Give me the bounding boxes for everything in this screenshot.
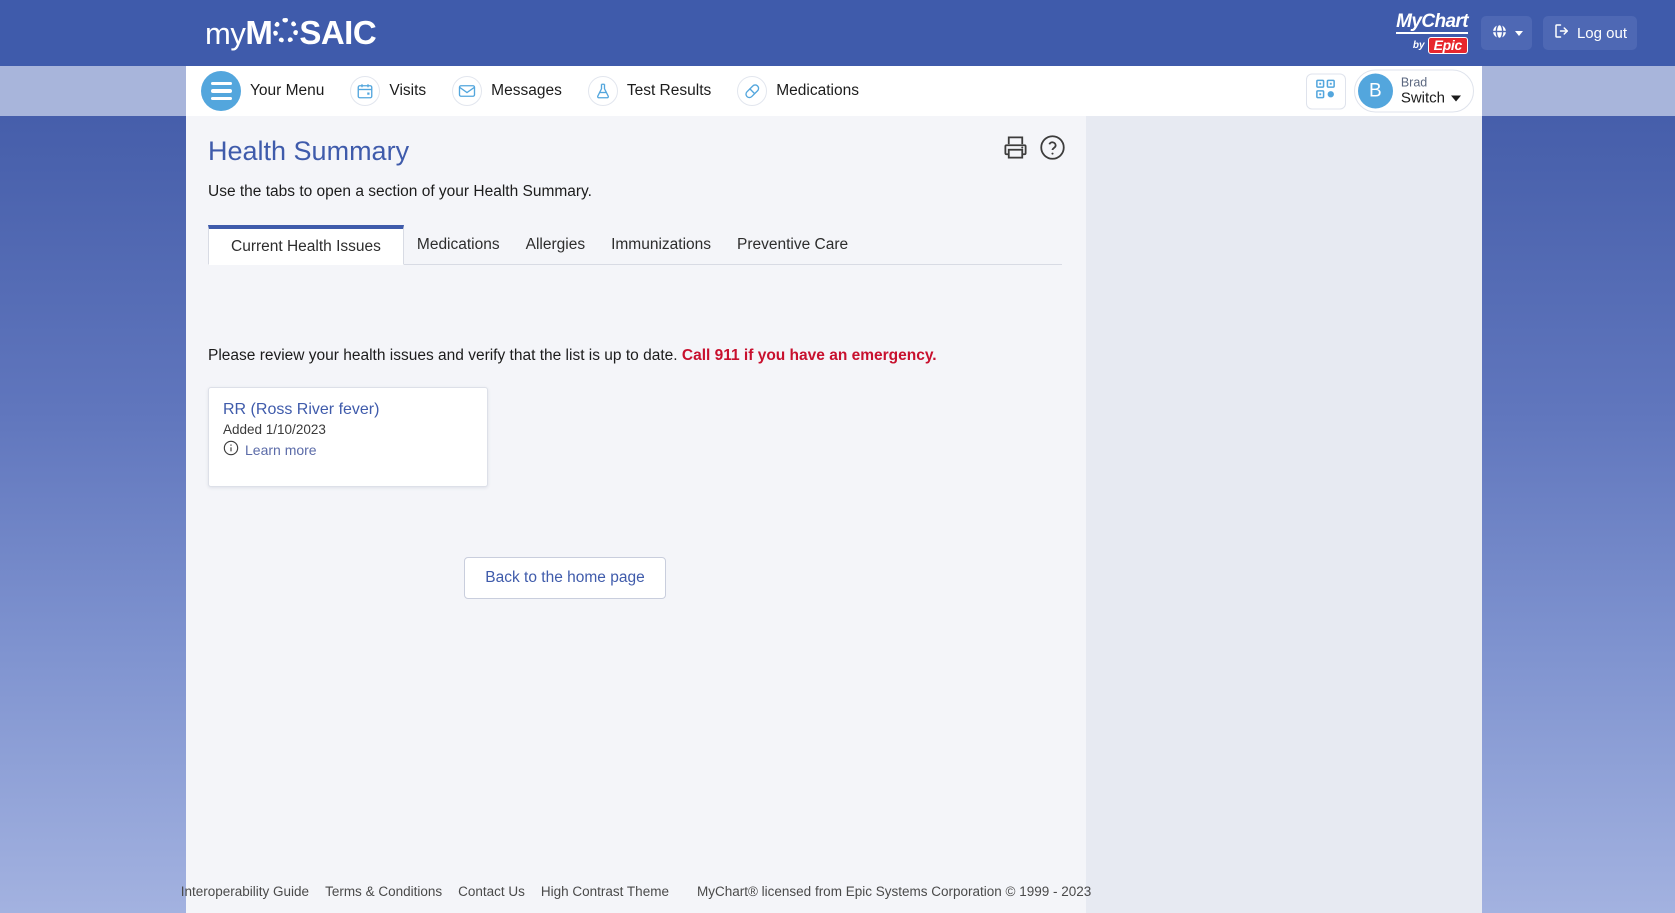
switch-text-group: Brad Switch [1401, 75, 1461, 107]
right-side-panel [1086, 116, 1482, 913]
nav-item-messages[interactable]: Messages [452, 76, 562, 106]
back-to-home-button[interactable]: Back to the home page [464, 557, 666, 599]
logout-button[interactable]: Log out [1542, 16, 1637, 50]
page-title: Health Summary [208, 136, 410, 166]
flask-icon [587, 76, 618, 106]
learn-more-link[interactable]: Learn more [223, 440, 473, 459]
chevron-down-icon [1514, 30, 1523, 36]
nav-item-list: Your Menu Visits Messages Test Results M… [186, 71, 859, 111]
calendar-icon [350, 76, 381, 106]
language-selector-button[interactable] [1480, 16, 1532, 50]
help-button[interactable] [1039, 134, 1066, 164]
sign-out-icon [1553, 22, 1571, 44]
tab-immunizations[interactable]: Immunizations [598, 226, 724, 264]
nav-item-medications[interactable]: Medications [737, 76, 859, 106]
epic-attribution: by Epic [1413, 37, 1468, 54]
info-circle-icon [223, 440, 239, 459]
top-header: my M SAIC MyChart by Epic Log out [0, 0, 1675, 66]
nav-item-visits[interactable]: Visits [350, 76, 426, 106]
footer-copyright: MyChart® licensed from Epic Systems Corp… [696, 884, 1092, 899]
nav-item-label-visits: Visits [389, 82, 427, 99]
logout-label: Log out [1576, 24, 1627, 42]
mosaic-ring-icon [273, 18, 299, 43]
page-action-icons [1002, 134, 1066, 164]
main-content-panel: Health Summary Use the tabs to open a se… [181, 116, 1092, 913]
switch-row: Switch [1401, 90, 1461, 107]
print-button[interactable] [1002, 134, 1029, 164]
qr-code-button[interactable] [1305, 73, 1346, 109]
footer-link-interoperability-guide[interactable]: Interoperability Guide [181, 884, 309, 899]
switch-account-button[interactable]: B Brad Switch [1353, 69, 1474, 113]
nav-item-test-results[interactable]: Test Results [587, 76, 712, 106]
chevron-down-icon [1451, 95, 1461, 102]
switch-label: Switch [1400, 89, 1445, 107]
content-inner: Health Summary Use the tabs to open a se… [186, 116, 1086, 599]
qr-code-icon [1314, 77, 1337, 105]
footer-link-terms-conditions[interactable]: Terms & Conditions [325, 884, 442, 899]
mychart-by-epic-logo: MyChart by Epic [1396, 11, 1469, 54]
tab-current-health-issues[interactable]: Current Health Issues [208, 225, 404, 265]
nav-user-controls: B Brad Switch [1305, 69, 1474, 113]
hamburger-menu-icon[interactable] [201, 71, 241, 111]
globe-icon [1490, 22, 1509, 45]
footer: Interoperability Guide Terms & Condition… [181, 884, 1092, 899]
logo-saic-letters: SAIC [299, 14, 377, 51]
nav-item-label-medications: Medications [776, 82, 859, 99]
header-actions: MyChart by Epic Log out [1396, 12, 1637, 54]
health-issue-name: RR (Ross River fever) [223, 401, 380, 418]
review-notice: Please review your health issues and ver… [208, 347, 1062, 365]
nav-item-label-messages: Messages [491, 82, 562, 99]
help-circle-icon [1039, 134, 1066, 164]
learn-more-label: Learn more [245, 441, 317, 458]
tab-allergies[interactable]: Allergies [513, 226, 598, 264]
health-issue-added-date: Added 1/10/2023 [223, 422, 326, 437]
tab-preventive-care[interactable]: Preventive Care [724, 226, 861, 264]
epic-wordmark: Epic [1427, 37, 1468, 54]
logo-m-letter: M [245, 14, 273, 51]
emergency-warning: Call 911 if you have an emergency. [681, 347, 937, 364]
nav-item-your-menu[interactable]: Your Menu [201, 71, 324, 111]
by-text: by [1412, 39, 1425, 51]
health-issue-card: RR (Ross River fever) Added 1/10/2023 Le… [208, 387, 488, 487]
home-button-container: Back to the home page [208, 557, 1062, 599]
pill-icon [737, 76, 768, 106]
page-subtitle: Use the tabs to open a section of your H… [208, 183, 592, 200]
footer-link-contact-us[interactable]: Contact Us [458, 884, 525, 899]
logo-my-text: my [205, 16, 246, 51]
nav-item-label-menu: Your Menu [250, 82, 325, 99]
health-summary-tabs: Current Health Issues Medications Allerg… [208, 225, 1062, 265]
mychart-wordmark: MyChart [1396, 11, 1469, 34]
printer-icon [1002, 134, 1029, 164]
envelope-icon [452, 76, 483, 106]
mymosaic-logo[interactable]: my M SAIC [205, 14, 377, 52]
nav-item-label-test-results: Test Results [626, 82, 712, 99]
user-name-label: Brad [1400, 75, 1428, 90]
tab-medications[interactable]: Medications [404, 226, 513, 264]
footer-link-high-contrast-theme[interactable]: High Contrast Theme [541, 884, 669, 899]
logo-mosaic-text: M SAIC [245, 14, 376, 52]
main-navigation: Your Menu Visits Messages Test Results M… [186, 66, 1482, 116]
avatar: B [1357, 73, 1393, 109]
review-notice-text: Please review your health issues and ver… [208, 347, 678, 364]
